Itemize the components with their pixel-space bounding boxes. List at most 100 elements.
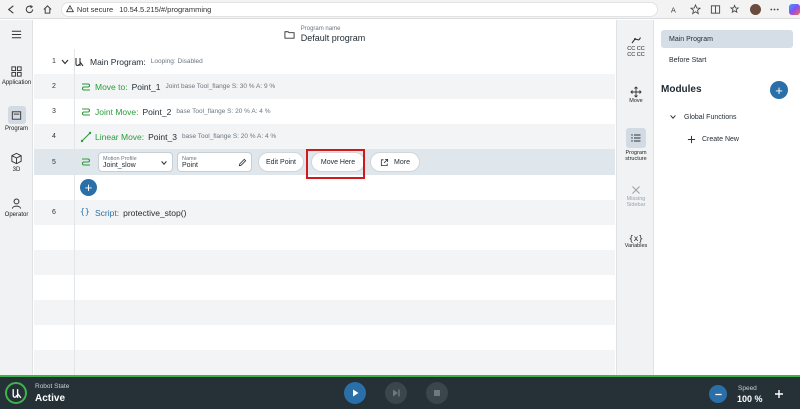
node-target: Point_2 (142, 106, 172, 117)
url-text[interactable]: 10.54.5.215/#/programming (119, 5, 211, 14)
browser-toolbar: Not secure 10.54.5.215/#/programming A (0, 0, 800, 19)
external-link-icon (380, 158, 389, 166)
warning-icon (65, 5, 74, 13)
program-tree: 1 Main Program: Looping: Disabled 2 Move… (34, 49, 638, 375)
tree-row-move-to[interactable]: 2 Move to: Point_1 Joint base Tool_flang… (34, 74, 615, 99)
nav-operator[interactable]: Operator (0, 197, 33, 218)
nav-3d[interactable]: 3D (0, 152, 33, 173)
back-icon[interactable] (6, 3, 18, 15)
grid-icon (11, 66, 22, 77)
home-icon[interactable] (41, 3, 53, 15)
modules-title: Modules (661, 84, 702, 95)
nav-application[interactable]: Application (0, 65, 33, 86)
side-item-cc[interactable]: CC CC CC CC (617, 34, 655, 59)
ur-logo-icon (75, 57, 84, 66)
tree-row-empty (34, 275, 615, 300)
footer-bar: Robot State Active Speed 100 % (0, 375, 800, 409)
tree-row-joint-move[interactable]: 3 Joint Move: Point_2 base Tool_flange S… (34, 99, 615, 124)
side-item-program-structure[interactable]: Program structure (617, 128, 655, 163)
row-number: 3 (52, 108, 56, 115)
nav-operator-label: Operator (4, 212, 29, 218)
play-icon (353, 389, 359, 397)
node-target: Point_1 (131, 81, 161, 92)
main-program-tab[interactable]: Main Program (661, 30, 793, 48)
program-header[interactable]: Program name Default program (34, 20, 615, 48)
security-label: Not secure (76, 4, 114, 14)
more-button[interactable]: More (370, 152, 420, 172)
more-options-icon[interactable] (769, 3, 781, 15)
side-item-variables-label: Variables (624, 243, 648, 250)
side-item-program-structure-label: Program structure (625, 150, 647, 163)
tree-row-linear-move[interactable]: 4 Linear Move: Point_3 base Tool_flange … (34, 124, 615, 149)
side-item-missing-sidebar-label: Missing Sidebar (626, 196, 646, 209)
ur-logo-icon (5, 382, 27, 404)
plus-icon (775, 390, 783, 398)
program-name: Default program (300, 32, 366, 43)
edit-point-label: Edit Point (266, 158, 296, 166)
nav-program[interactable]: Program (0, 106, 33, 132)
speed-value: 100 % (737, 394, 763, 404)
address-bar[interactable]: Not secure 10.54.5.215/#/programming (60, 1, 658, 17)
move-path-icon (80, 156, 92, 168)
menu-icon[interactable] (0, 28, 33, 41)
tree-row-main-program[interactable]: 1 Main Program: Looping: Disabled (34, 49, 615, 74)
before-start-tab[interactable]: Before Start (669, 57, 706, 64)
add-module-button[interactable]: + (770, 81, 788, 99)
more-label: More (394, 158, 410, 166)
chevron-down-icon[interactable] (60, 57, 70, 67)
step-button[interactable] (385, 382, 407, 404)
motion-profile-select[interactable]: Motion Profile Joint_slow (98, 152, 173, 172)
before-start-tab-label: Before Start (669, 57, 707, 64)
move-arrows-icon (630, 86, 642, 98)
read-aloud-icon[interactable]: A (670, 3, 682, 15)
program-name-caption: Program name (300, 25, 341, 32)
tree-row-empty (34, 350, 615, 375)
node-target: Point_3 (148, 131, 177, 142)
svg-text:A: A (671, 5, 676, 14)
script-name: protective_stop() (123, 207, 187, 218)
side-item-move-label: Move (629, 98, 643, 104)
tree-row-empty (34, 325, 615, 350)
node-type: Joint Move: (95, 106, 139, 117)
main-program-label: Main Program: (90, 56, 146, 67)
speed-decrease-button[interactable] (709, 385, 727, 403)
folder-icon (284, 30, 295, 39)
favorites-icon[interactable] (730, 3, 742, 15)
move-here-highlight (306, 149, 365, 179)
play-button[interactable] (344, 382, 366, 404)
stop-button[interactable] (426, 382, 448, 404)
side-item-move[interactable]: Move (617, 86, 655, 104)
robot-state-value[interactable]: Active (35, 393, 65, 404)
joint-move-icon (80, 106, 92, 118)
favorite-star-icon[interactable] (690, 3, 702, 15)
program-icon (7, 106, 26, 124)
variables-icon: {x} (628, 234, 644, 243)
close-icon (632, 186, 640, 194)
pencil-icon[interactable] (238, 158, 247, 167)
node-meta: base Tool_flange S: 20 % A: 4 % (181, 133, 277, 140)
copilot-icon[interactable] (788, 3, 800, 15)
chevron-down-icon (670, 115, 676, 119)
point-name-field[interactable]: Name Point (177, 152, 252, 172)
global-functions-group[interactable]: Global Functions (669, 113, 737, 121)
main-program-tab-label: Main Program (669, 35, 713, 43)
chevron-down-icon (161, 161, 167, 165)
tree-row-empty (34, 225, 615, 250)
reload-icon[interactable] (24, 3, 36, 15)
node-type: Linear Move: (95, 131, 145, 142)
motion-profile-value: Joint_slow (103, 161, 136, 169)
speed-increase-button[interactable] (770, 385, 788, 403)
row-number: 5 (52, 158, 56, 166)
tree-row-script[interactable]: 6 {} Script: protective_stop() (34, 200, 615, 225)
profile-avatar[interactable] (749, 3, 761, 15)
cube-icon (11, 152, 22, 165)
split-screen-icon[interactable] (710, 3, 722, 15)
create-new-button[interactable]: Create New (687, 135, 739, 144)
speed-caption: Speed (738, 385, 757, 392)
global-functions-label: Global Functions (684, 113, 737, 121)
modules-panel: Main Program Before Start Modules + Glob… (655, 20, 800, 375)
add-node-button[interactable]: + (80, 179, 97, 196)
edit-point-button[interactable]: Edit Point (258, 152, 304, 172)
linear-move-icon (80, 131, 92, 143)
side-item-variables[interactable]: {x} Variables (617, 234, 655, 250)
